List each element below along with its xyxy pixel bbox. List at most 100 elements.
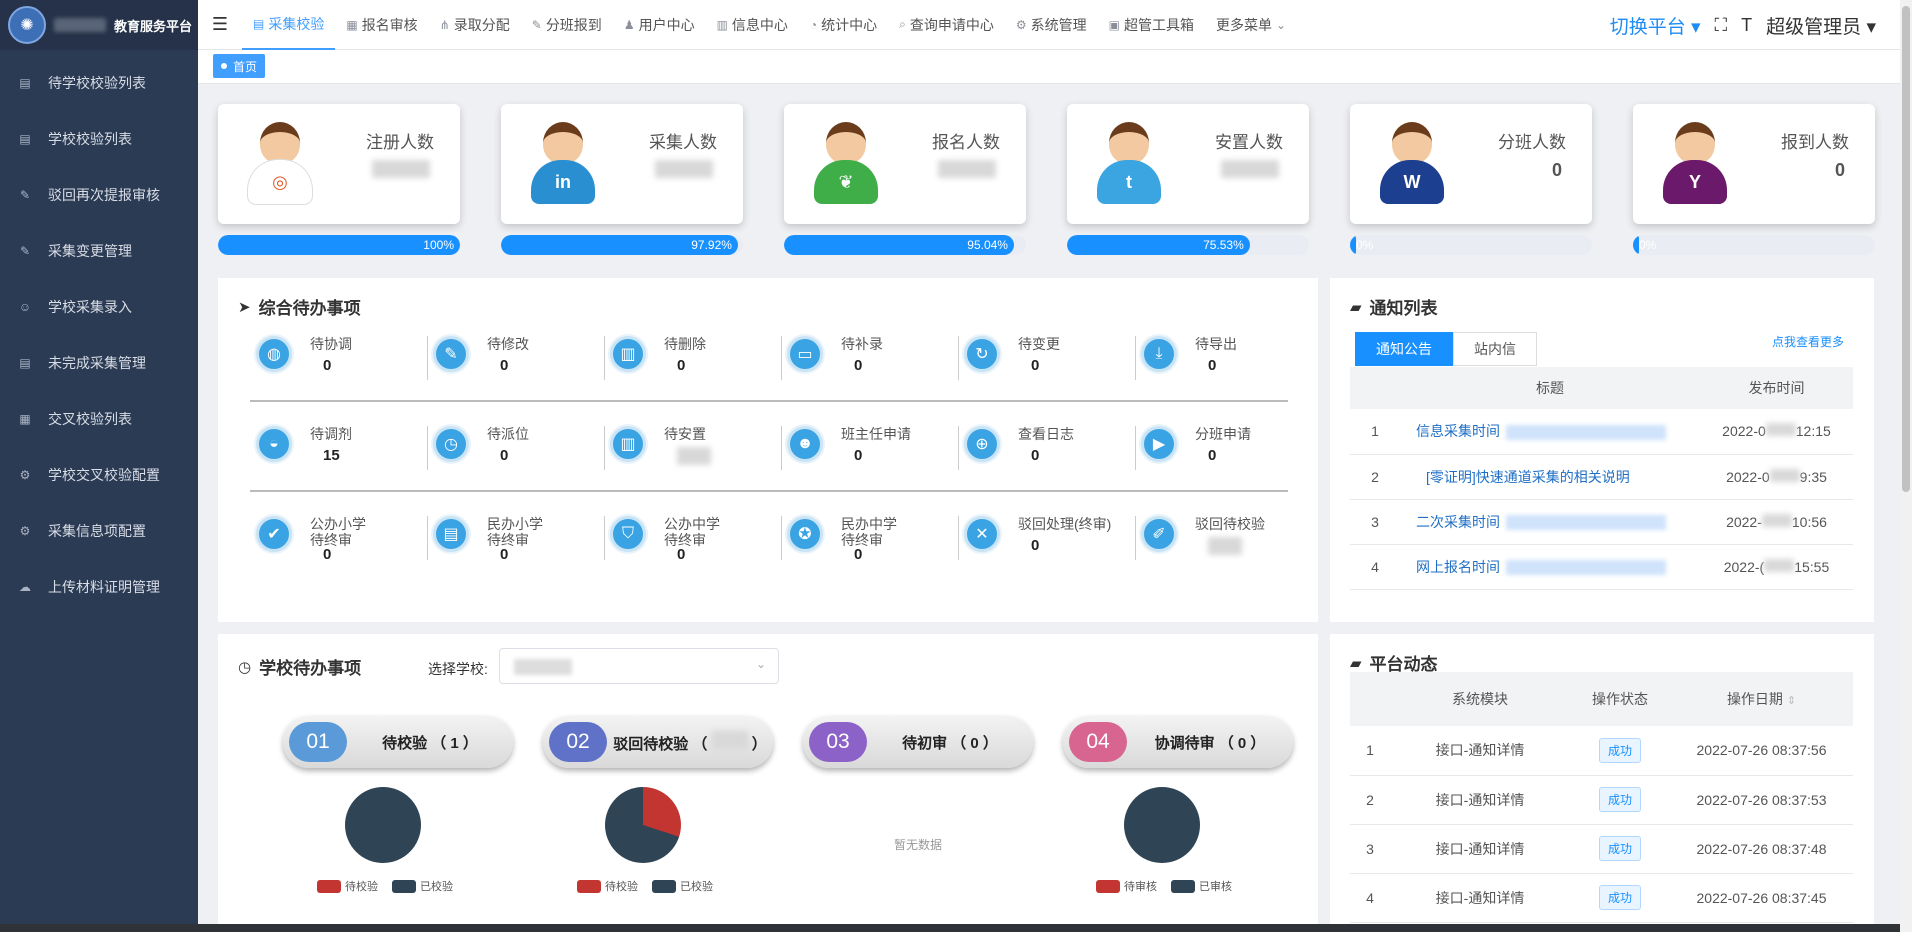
notice-date: 2022-0 12:15 <box>1700 409 1853 455</box>
legend-item[interactable]: 待校验 <box>317 878 378 894</box>
pill-number: 02 <box>549 722 607 762</box>
todo-item[interactable]: ▭ 待补录 0 <box>783 328 959 388</box>
school-pill[interactable]: 02 驳回待校验 （ ） <box>543 716 773 768</box>
school-select[interactable]: ⌄ <box>499 648 779 684</box>
table-row[interactable]: 2 接口-通知详情 成功 2022-07-26 08:37:53 <box>1350 775 1853 825</box>
todo-item[interactable]: ⤓ 待导出 0 <box>1137 328 1313 388</box>
todo-item[interactable]: ⊕ 查看日志 0 <box>960 418 1136 478</box>
activity-date: 2022-07-26 08:37:48 <box>1670 824 1853 874</box>
legend-item[interactable]: 待校验 <box>577 878 638 894</box>
sidebar-item[interactable]: ⚙ 学校交叉校验配置 <box>0 447 198 503</box>
sidebar-item[interactable]: ✎ 采集变更管理 <box>0 223 198 279</box>
todo-item[interactable]: ✔ 公办小学 待终审 0 <box>252 508 428 568</box>
sidebar-item[interactable]: ☁ 上传材料证明管理 <box>0 559 198 615</box>
tab-9[interactable]: ▣ 超管工具箱 <box>1098 0 1205 50</box>
divider <box>427 516 428 560</box>
pill-count <box>711 730 748 753</box>
tab-4[interactable]: ♟ 用户中心 <box>613 0 706 50</box>
notice-table: 标题 发布时间 1 信息采集时间 2022-0 12:15 2 [零证明]快速通道采集的相… <box>1350 367 1853 590</box>
stat-card: ❦ 报名人数 <box>784 104 1026 224</box>
sort-icon[interactable]: ⇕ <box>1787 695 1796 707</box>
todo-item[interactable]: ▥ 待安置 <box>606 418 782 478</box>
tab-8[interactable]: ⚙ 系统管理 <box>1005 0 1098 50</box>
table-row[interactable]: 4 网上报名时间 2022-(15:55 <box>1350 544 1853 590</box>
table-row[interactable]: 2 [零证明]快速通道采集的相关说明 2022-0 9:35 <box>1350 454 1853 500</box>
tab-inbox[interactable]: 站内信 <box>1453 332 1537 366</box>
divider <box>250 490 1288 492</box>
row-no: 3 <box>1350 499 1400 545</box>
todo-item[interactable]: ◒ 待调剂 15 <box>252 418 428 478</box>
status-badge: 成功 <box>1598 737 1641 763</box>
tab-5[interactable]: ▥ 信息中心 <box>706 0 799 50</box>
tab-2[interactable]: ⋔ 录取分配 <box>429 0 521 50</box>
progress-fill: 75.53% <box>1067 235 1250 255</box>
table-row[interactable]: 3 二次采集时间 2022- 10:56 <box>1350 499 1853 545</box>
school-pill[interactable]: 01 待校验 （ 1 ） <box>283 716 513 768</box>
notice-title-link[interactable]: 信息采集时间 <box>1400 409 1700 455</box>
table-row[interactable]: 4 接口-通知详情 成功 2022-07-26 08:37:45 <box>1350 873 1853 923</box>
notice-date: 2022-0 9:35 <box>1700 454 1853 500</box>
divider <box>781 426 782 470</box>
trash-icon: ▥ <box>610 336 646 372</box>
tab-notice[interactable]: 通知公告 <box>1355 332 1453 366</box>
legend-item[interactable]: 已审核 <box>1171 878 1232 894</box>
table-row[interactable]: 1 接口-通知详情 成功 2022-07-26 08:37:56 <box>1350 726 1853 776</box>
table-row[interactable]: 3 接口-通知详情 成功 2022-07-26 08:37:48 <box>1350 824 1853 874</box>
todo-item[interactable]: ▥ 待删除 0 <box>606 328 782 388</box>
divider <box>427 336 428 380</box>
notice-title-link[interactable]: [零证明]快速通道采集的相关说明 <box>1400 454 1700 500</box>
app-logo[interactable]: ✺ 教育服务平台 <box>0 0 198 50</box>
tab-0[interactable]: ▤ 采集校验 <box>242 0 336 50</box>
tab-3[interactable]: ✎ 分班报到 <box>521 0 613 50</box>
todo-item[interactable]: ☻ 班主任申请 0 <box>783 418 959 478</box>
tab-label: 统计中心 <box>821 16 878 33</box>
notice-title-link[interactable]: 网上报名时间 <box>1400 544 1700 590</box>
tab-7[interactable]: ⌕ 查询申请中心 <box>888 0 1005 50</box>
todo-item[interactable]: ✪ 民办中学 待终审 0 <box>783 508 959 568</box>
col-date[interactable]: 操作日期 ⇕ <box>1670 672 1853 726</box>
row-no: 1 <box>1350 409 1400 455</box>
search-icon: ⌕ <box>899 17 906 31</box>
todo-item[interactable]: ✕ 驳回处理(终审) 0 <box>960 508 1136 568</box>
pill-label-text: 驳回待校验 <box>613 735 689 753</box>
notice-title-link[interactable]: 二次采集时间 <box>1400 499 1700 545</box>
fullscreen-icon[interactable]: ⛶ <box>1715 15 1728 36</box>
scrollbar-thumb[interactable] <box>1902 6 1910 492</box>
todo-item[interactable]: ◷ 待派位 0 <box>429 418 605 478</box>
sidebar-item[interactable]: ▤ 未完成采集管理 <box>0 335 198 391</box>
legend-item[interactable]: 待审核 <box>1096 878 1157 894</box>
school-pill[interactable]: 03 待初审 （ 0 ） <box>803 716 1033 768</box>
todo-item[interactable]: ▤ 民办小学 待终审 0 <box>429 508 605 568</box>
school-pill[interactable]: 04 协调待审 （ 0 ） <box>1063 716 1293 768</box>
font-size-icon[interactable]: T <box>1741 15 1752 36</box>
tab-6[interactable]: ◔ 统计中心 <box>799 0 888 50</box>
sidebar-item[interactable]: ⚙ 采集信息项配置 <box>0 503 198 559</box>
menu-toggle-icon[interactable]: ☰ <box>198 14 242 35</box>
view-more-link[interactable]: 点我查看更多 <box>1772 333 1844 350</box>
legend-swatch <box>1096 879 1120 893</box>
sidebar-item[interactable]: ☺ 学校采集录入 <box>0 279 198 335</box>
pencil-icon: ✎ <box>433 336 469 372</box>
avatar-head <box>1675 122 1715 164</box>
breadcrumb-home[interactable]: 首页 <box>213 54 266 78</box>
legend-item[interactable]: 已校验 <box>392 878 453 894</box>
todo-item[interactable]: ✐ 驳回待校验 <box>1137 508 1313 568</box>
sidebar-item[interactable]: ▤ 学校校验列表 <box>0 111 198 167</box>
tab-1[interactable]: ▦ 报名审核 <box>335 0 428 50</box>
todo-item[interactable]: ◍ 待协调 0 <box>252 328 428 388</box>
todo-item[interactable]: ↻ 待变更 0 <box>960 328 1136 388</box>
sidebar-item[interactable]: ▦ 交叉校验列表 <box>0 391 198 447</box>
todo-label: 分班申请 <box>1195 426 1251 442</box>
legend-item[interactable]: 已校验 <box>652 878 713 894</box>
todo-item[interactable]: ▶ 分班申请 0 <box>1137 418 1313 478</box>
sidebar-item[interactable]: ✎ 驳回再次提报审核 <box>0 167 198 223</box>
tab-10[interactable]: 更多菜单 ⌄ <box>1205 0 1297 50</box>
switch-platform-button[interactable]: 切换平台 ▾ <box>1610 12 1701 39</box>
page-scrollbar[interactable] <box>1900 0 1912 932</box>
todo-item[interactable]: ✎ 待修改 0 <box>429 328 605 388</box>
todo-item[interactable]: ⛉ 公办中学 待终审 0 <box>606 508 782 568</box>
table-row[interactable]: 1 信息采集时间 2022-0 12:15 <box>1350 409 1853 455</box>
sidebar-item[interactable]: ▤ 待学校校验列表 <box>0 55 198 111</box>
chevron-down-icon: ⌄ <box>755 657 766 671</box>
user-menu[interactable]: 超级管理员 ▾ <box>1766 12 1876 39</box>
